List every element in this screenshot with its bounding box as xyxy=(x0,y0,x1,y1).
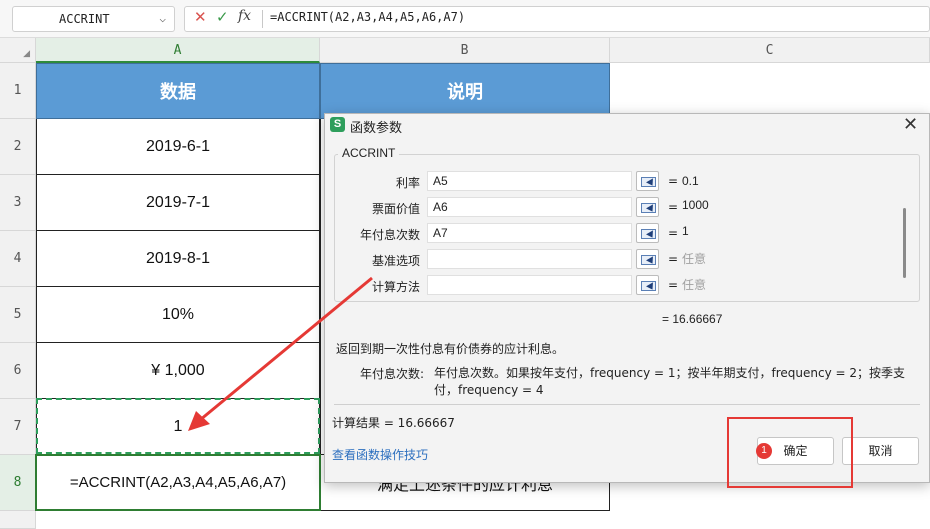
arrow-line xyxy=(199,276,373,422)
annotation-arrow xyxy=(188,276,373,431)
